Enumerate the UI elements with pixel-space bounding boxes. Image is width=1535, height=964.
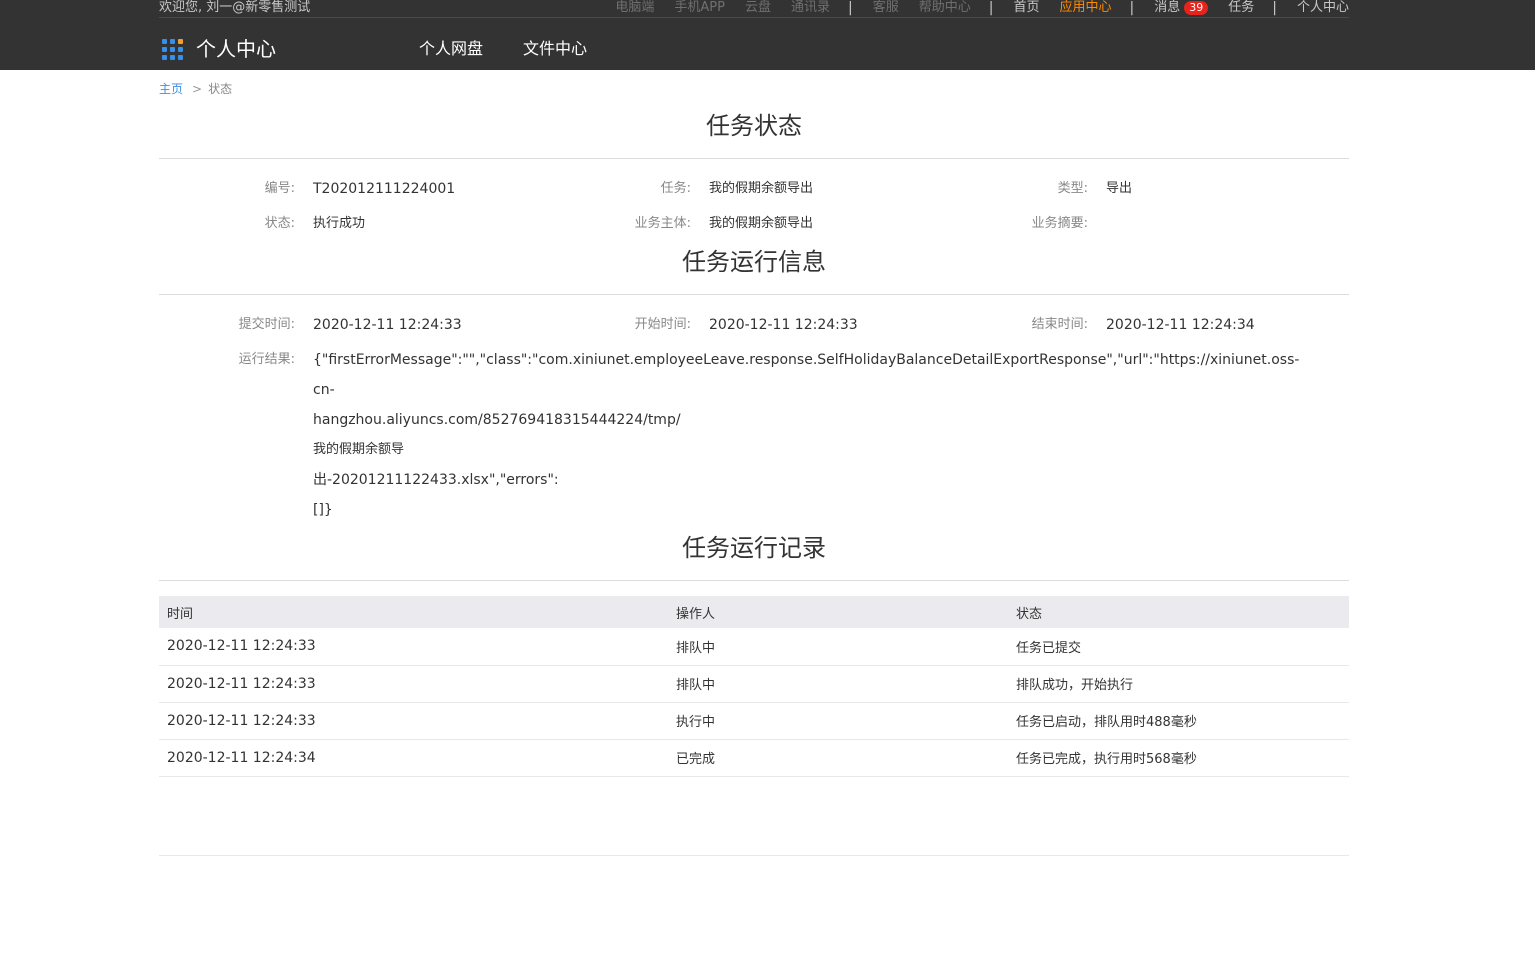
link-help[interactable]: 帮助中心 <box>919 0 971 16</box>
link-contacts[interactable]: 通讯录 <box>791 0 830 16</box>
submit-time-value: 2020-12-11 12:24:33 <box>313 317 462 333</box>
nav-personal-drive[interactable]: 个人网盘 <box>419 38 483 60</box>
cell-operator: 排队中 <box>668 628 1008 666</box>
link-messages[interactable]: 消息 39 <box>1154 0 1209 16</box>
section-title-run-log: 任务运行记录 <box>682 534 826 562</box>
cell-status: 任务已启动，排队用时488毫秒 <box>1008 702 1349 740</box>
link-app-center[interactable]: 应用中心 <box>1060 0 1112 16</box>
cell-status: 任务已提交 <box>1008 628 1349 666</box>
separator: | <box>1129 0 1135 16</box>
logo-title: 个人中心 <box>196 37 276 61</box>
welcome-text: 欢迎您, 刘一@新零售测试 <box>159 0 311 15</box>
divider <box>159 294 1349 295</box>
table-row: 2020-12-11 12:24:33 排队中 任务已提交 <box>159 628 1349 666</box>
cell-operator: 已完成 <box>668 739 1008 777</box>
app-grid-icon <box>162 38 183 60</box>
link-tasks[interactable]: 任务 <box>1228 0 1254 16</box>
separator: | <box>848 0 853 16</box>
table-row: 2020-12-11 12:24:33 排队中 排队成功，开始执行 <box>159 665 1349 703</box>
result-line: hangzhou.aliyuncs.com/852769418315444224… <box>313 412 681 428</box>
column-header-status: 状态 <box>1008 596 1349 628</box>
id-value: T202012111224001 <box>313 181 456 197</box>
summary-label: 业务摘要: <box>1031 216 1088 231</box>
logo[interactable]: 个人中心 <box>162 37 276 61</box>
task-label: 任务: <box>660 181 691 196</box>
messages-label: 消息 <box>1154 0 1181 15</box>
subject-label: 业务主体: <box>634 216 691 231</box>
footer-divider <box>159 855 1349 856</box>
table-row: 2020-12-11 12:24:33 执行中 任务已启动，排队用时488毫秒 <box>159 702 1349 740</box>
type-label: 类型: <box>1057 181 1088 196</box>
cell-time: 2020-12-11 12:24:33 <box>159 702 668 740</box>
link-desktop[interactable]: 电脑端 <box>615 0 654 16</box>
main-nav: 个人网盘 文件中心 <box>419 38 627 60</box>
link-home[interactable]: 首页 <box>1013 0 1039 16</box>
id-label: 编号: <box>264 181 295 196</box>
subject-value: 我的假期余额导出 <box>709 216 814 231</box>
messages-count-badge: 39 <box>1184 1 1209 15</box>
run-log-table: 时间 操作人 状态 2020-12-11 12:24:33 排队中 任务已提交 … <box>159 596 1349 777</box>
submit-time-label: 提交时间: <box>238 317 295 332</box>
end-time-value: 2020-12-11 12:24:34 <box>1106 317 1255 333</box>
link-personal-center[interactable]: 个人中心 <box>1297 0 1349 16</box>
result-line: 我的假期余额导 <box>313 442 405 457</box>
result-line: cn- <box>313 382 335 398</box>
result-value: {"firstErrorMessage":"","class":"com.xin… <box>313 345 1300 525</box>
top-links: 电脑端 手机APP 云盘 通讯录 | 客服 帮助中心 | 首页 应用中心 | 消… <box>595 0 1349 16</box>
breadcrumb: 主页 > 状态 <box>159 81 232 97</box>
cell-status: 任务已完成，执行用时568毫秒 <box>1008 739 1349 777</box>
cell-time: 2020-12-11 12:24:33 <box>159 628 668 666</box>
section-title-task-status: 任务状态 <box>706 112 802 140</box>
divider <box>159 158 1349 159</box>
result-line: {"firstErrorMessage":"","class":"com.xin… <box>313 352 1300 368</box>
top-header: 欢迎您, 刘一@新零售测试 电脑端 手机APP 云盘 通讯录 | 客服 帮助中心… <box>0 0 1535 70</box>
separator: | <box>988 0 994 16</box>
start-time-label: 开始时间: <box>634 317 691 332</box>
task-value: 我的假期余额导出 <box>709 181 814 196</box>
cell-operator: 排队中 <box>668 665 1008 703</box>
table-row: 2020-12-11 12:24:34 已完成 任务已完成，执行用时568毫秒 <box>159 739 1349 777</box>
breadcrumb-home[interactable]: 主页 <box>159 82 183 96</box>
separator: | <box>1272 0 1277 16</box>
breadcrumb-current: 状态 <box>208 82 233 96</box>
result-label: 运行结果: <box>238 352 295 367</box>
column-header-operator: 操作人 <box>668 596 1008 628</box>
result-line: []} <box>313 502 333 518</box>
status-label: 状态: <box>264 216 295 231</box>
table-header-row: 时间 操作人 状态 <box>159 596 1349 628</box>
breadcrumb-separator: > <box>192 82 203 96</box>
status-value: 执行成功 <box>313 216 366 231</box>
column-header-time: 时间 <box>159 596 668 628</box>
result-line: 出-20201211122433.xlsx","errors": <box>313 472 559 488</box>
end-time-label: 结束时间: <box>1031 317 1088 332</box>
cell-status: 排队成功，开始执行 <box>1008 665 1349 703</box>
link-mobile-app[interactable]: 手机APP <box>674 0 725 16</box>
cell-time: 2020-12-11 12:24:34 <box>159 739 668 777</box>
top-utility-bar: 欢迎您, 刘一@新零售测试 电脑端 手机APP 云盘 通讯录 | 客服 帮助中心… <box>159 0 1349 18</box>
section-title-run-info: 任务运行信息 <box>682 248 826 276</box>
link-cloud[interactable]: 云盘 <box>745 0 771 16</box>
divider <box>159 580 1349 581</box>
cell-time: 2020-12-11 12:24:33 <box>159 665 668 703</box>
nav-file-center[interactable]: 文件中心 <box>523 38 587 60</box>
start-time-value: 2020-12-11 12:24:33 <box>709 317 858 333</box>
cell-operator: 执行中 <box>668 702 1008 740</box>
link-service[interactable]: 客服 <box>873 0 899 16</box>
type-value: 导出 <box>1106 181 1133 196</box>
